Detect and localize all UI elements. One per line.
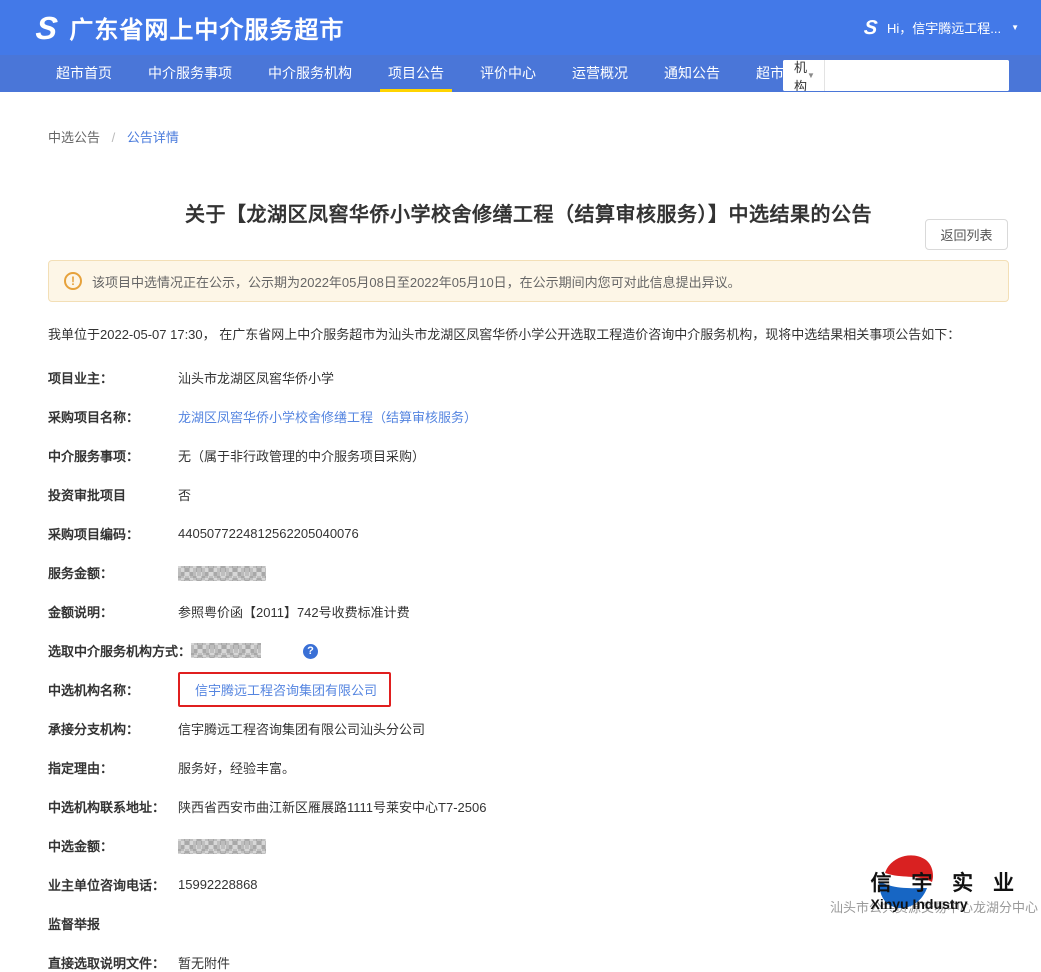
breadcrumb-separator: / — [112, 130, 116, 145]
field-label: 采购项目名称： — [48, 407, 178, 426]
field-label: 直接选取说明文件： — [48, 953, 178, 972]
field-row: 指定理由： 服务好，经验丰富。 — [48, 758, 1009, 777]
field-label: 采购项目编码： — [48, 524, 178, 543]
field-value: 4405077224812562205040076 — [178, 526, 359, 541]
field-label: 服务金额： — [48, 563, 178, 582]
field-value: 信宇腾远工程咨询集团有限公司汕头分公司 — [178, 719, 425, 738]
search-category-value: 机构 — [794, 60, 807, 91]
nav-item-home[interactable]: 超市首页 — [46, 55, 122, 92]
page-content: 中选公告 / 公告详情 返回列表 关于【龙湖区凤窖华侨小学校舍修缮工程（结算审核… — [0, 127, 1041, 972]
field-value: 暂无附件 — [178, 953, 230, 972]
field-value: 无（属于非行政管理的中介服务项目采购） — [178, 446, 425, 465]
field-value: 服务好，经验丰富。 — [178, 758, 295, 777]
nav-item-evaluation-center[interactable]: 评价中心 — [470, 55, 546, 92]
field-row: 采购项目名称： 龙湖区凤窖华侨小学校舍修缮工程（结算审核服务） — [48, 407, 1009, 426]
warning-icon: ! — [64, 272, 82, 290]
breadcrumb-current: 公告详情 — [127, 130, 179, 145]
field-row: 金额说明： 参照粤价函【2011】742号收费标准计费 — [48, 602, 1009, 621]
field-value: ? — [191, 642, 318, 659]
chevron-down-icon: ▼ — [807, 71, 815, 80]
field-label: 监督举报 — [48, 914, 178, 933]
user-logo-icon: S — [863, 18, 878, 38]
search-category-select[interactable]: 机构 ▼ — [783, 60, 825, 91]
page-title: 关于【龙湖区凤窖华侨小学校舍修缮工程（结算审核服务）】中选结果的公告 — [48, 198, 1009, 227]
field-row: 承接分支机构： 信宇腾远工程咨询集团有限公司汕头分公司 — [48, 719, 1009, 738]
field-row: 采购项目编码： 4405077224812562205040076 — [48, 524, 1009, 543]
back-to-list-button[interactable]: 返回列表 — [925, 219, 1008, 250]
highlight-box: 信宇腾远工程咨询集团有限公司 — [178, 672, 391, 707]
field-label: 中介服务事项： — [48, 446, 178, 465]
field-value: 汕头市龙湖区凤窖华侨小学 — [178, 368, 334, 387]
field-row: 中选机构名称： 信宇腾远工程咨询集团有限公司 — [48, 680, 1009, 699]
site-header: S 广东省网上中介服务超市 S Hi，信宇腾远工程... ▼ — [0, 0, 1041, 55]
field-row: 中选机构联系地址： 陕西省西安市曲江新区雁展路1111号莱安中心T7-2506 — [48, 797, 1009, 816]
site-logo[interactable]: S 广东省网上中介服务超市 — [36, 10, 344, 45]
field-link[interactable]: 龙湖区凤窖华侨小学校舍修缮工程（结算审核服务） — [178, 410, 477, 425]
nav-item-project-notices[interactable]: 项目公告 — [378, 55, 454, 92]
field-value — [178, 837, 266, 853]
field-row: 中选金额： — [48, 836, 1009, 855]
field-value: 否 — [178, 485, 191, 504]
redacted-value — [191, 643, 261, 658]
help-icon[interactable]: ? — [303, 644, 318, 659]
field-list: 项目业主： 汕头市龙湖区凤窖华侨小学 采购项目名称： 龙湖区凤窖华侨小学校舍修缮… — [48, 368, 1009, 972]
chevron-down-icon: ▼ — [1011, 23, 1019, 32]
breadcrumb-root[interactable]: 中选公告 — [48, 130, 100, 145]
site-title: 广东省网上中介服务超市 — [69, 10, 344, 45]
field-label: 承接分支机构： — [48, 719, 178, 738]
intro-paragraph: 我单位于2022-05-07 17:30， 在广东省网上中介服务超市为汕头市龙湖… — [48, 324, 1009, 343]
field-row: 直接选取说明文件： 暂无附件 — [48, 953, 1009, 972]
notice-text: 该项目中选情况正在公示，公示期为2022年05月08日至2022年05月10日，… — [92, 272, 741, 291]
nav-item-label: 中介服务事项 — [148, 65, 232, 81]
field-row: 投资审批项目 否 — [48, 485, 1009, 504]
field-row: 项目业主： 汕头市龙湖区凤窖华侨小学 — [48, 368, 1009, 387]
field-label: 业主单位咨询电话： — [48, 875, 178, 894]
publicity-notice: ! 该项目中选情况正在公示，公示期为2022年05月08日至2022年05月10… — [48, 260, 1009, 302]
field-label: 中选机构名称： — [48, 680, 178, 699]
field-label: 项目业主： — [48, 368, 178, 387]
field-row: 监督举报 — [48, 914, 1009, 933]
nav-item-label: 运营概况 — [572, 65, 628, 81]
field-label: 选取中介服务机构方式： — [48, 641, 191, 660]
field-label: 投资审批项目 — [48, 485, 178, 504]
nav-item-operation-overview[interactable]: 运营概况 — [562, 55, 638, 92]
selected-agency-link[interactable]: 信宇腾远工程咨询集团有限公司 — [195, 683, 377, 698]
nav-item-label: 项目公告 — [388, 65, 444, 81]
nav-item-label: 评价中心 — [480, 65, 536, 81]
nav-item-service-items[interactable]: 中介服务事项 — [138, 55, 242, 92]
field-row: 中介服务事项： 无（属于非行政管理的中介服务项目采购） — [48, 446, 1009, 465]
field-value — [178, 564, 266, 580]
redacted-value — [178, 839, 266, 854]
field-row: 服务金额： — [48, 563, 1009, 582]
redacted-value — [178, 566, 266, 581]
nav-item-announcements[interactable]: 通知公告 — [654, 55, 730, 92]
field-value: 参照粤价函【2011】742号收费标准计费 — [178, 602, 410, 621]
field-label: 中选机构联系地址： — [48, 797, 178, 816]
search-box: 机构 ▼ — [783, 60, 1009, 91]
field-row: 业主单位咨询电话： 15992228868 — [48, 875, 1009, 894]
field-value: 信宇腾远工程咨询集团有限公司 — [178, 680, 391, 699]
search-input[interactable] — [825, 60, 1009, 91]
field-label: 中选金额： — [48, 836, 178, 855]
field-label: 金额说明： — [48, 602, 178, 621]
field-value: 15992228868 — [178, 877, 258, 892]
field-label: 指定理由： — [48, 758, 178, 777]
nav-item-label: 超市首页 — [56, 65, 112, 81]
nav-item-label: 通知公告 — [664, 65, 720, 81]
user-menu[interactable]: S Hi，信宇腾远工程... ▼ — [864, 0, 1019, 55]
field-row: 选取中介服务机构方式： ? — [48, 641, 1009, 660]
field-value: 龙湖区凤窖华侨小学校舍修缮工程（结算审核服务） — [178, 407, 477, 426]
field-value: 陕西省西安市曲江新区雁展路1111号莱安中心T7-2506 — [178, 797, 486, 816]
user-greeting: Hi，信宇腾远工程... — [887, 18, 1001, 37]
nav-item-service-orgs[interactable]: 中介服务机构 — [258, 55, 362, 92]
breadcrumb: 中选公告 / 公告详情 — [48, 127, 1009, 146]
site-logo-icon: S — [34, 12, 59, 44]
main-nav: 超市首页 中介服务事项 中介服务机构 项目公告 评价中心 运营概况 通知公告 超… — [0, 55, 1041, 92]
nav-item-label: 中介服务机构 — [268, 65, 352, 81]
